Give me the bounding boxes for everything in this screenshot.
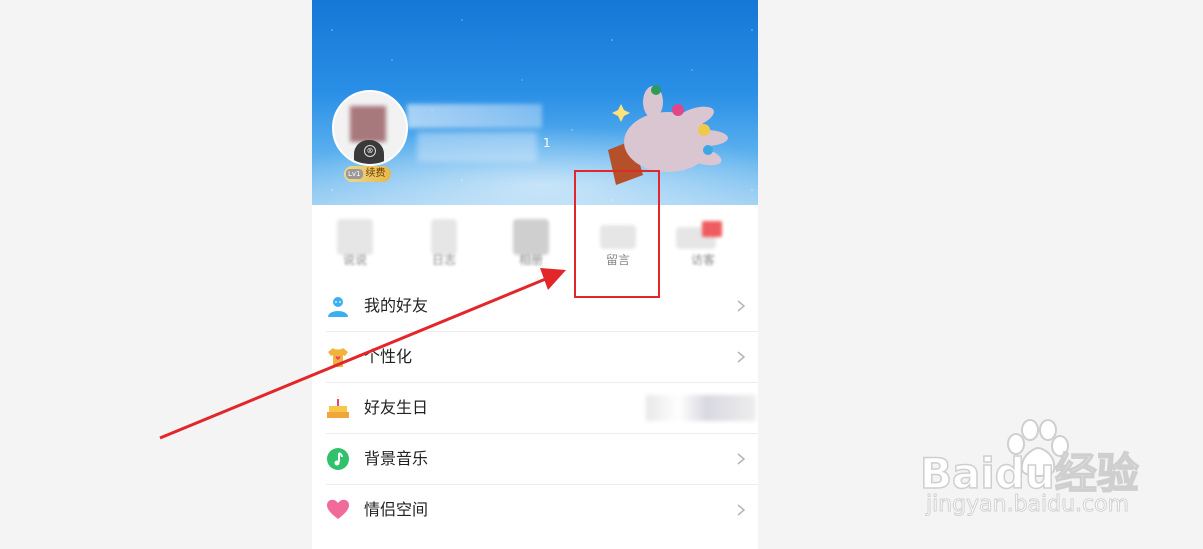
watermark-url: jingyan.baidu.com [925, 492, 1130, 518]
watermark-brand: Bai [919, 448, 995, 499]
watermark-brand-cn: 经验 [1054, 448, 1140, 499]
baidu-jingyan-watermark: Baidu经验 jingyan.baidu.com [919, 418, 1200, 528]
watermark-brand-mid: du [994, 448, 1055, 499]
